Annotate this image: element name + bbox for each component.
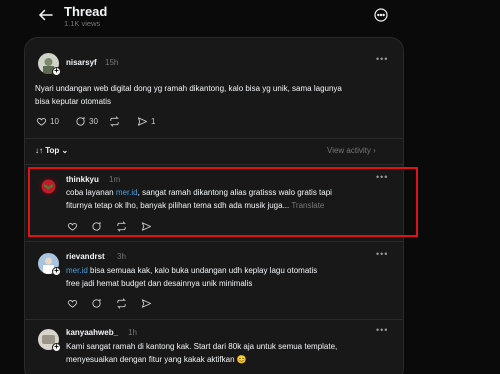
chevron-right-icon: › <box>373 146 376 155</box>
divider <box>25 164 403 165</box>
sort-dropdown[interactable]: ↓↑ Top ⌄ <box>35 146 68 155</box>
post-username[interactable]: nisarsyf <box>66 58 97 67</box>
share-button[interactable]: 1 <box>137 114 155 128</box>
repost-icon <box>117 297 126 309</box>
repost-icon <box>110 115 119 127</box>
like-count: 10 <box>50 116 59 126</box>
post-text: Nyari undangan web digital dong yg ramah… <box>35 82 403 108</box>
reply-username[interactable]: rievandrst <box>66 252 105 261</box>
post-more-icon[interactable]: ••• <box>376 54 388 64</box>
reply-text-line2: free jadi hemat budget dan desainnya uni… <box>66 279 253 288</box>
page-title: Thread <box>64 4 108 19</box>
post-text-line2: bisa keputar otomatis <box>35 97 112 106</box>
sort-arrows-icon: ↓↑ <box>35 146 46 155</box>
divider <box>25 241 403 242</box>
share-button[interactable] <box>141 296 152 310</box>
reply-text-line2: menyesuaikan dengan fitur yang kakak akt… <box>66 355 247 364</box>
follow-plus-icon[interactable]: + <box>52 67 61 76</box>
comment-button[interactable] <box>91 296 102 310</box>
reply-link[interactable]: mer.id <box>66 266 88 275</box>
view-count: 1.1K views <box>64 19 101 28</box>
back-arrow-icon[interactable] <box>37 6 55 24</box>
reply-text-line1: Kami sangat ramah di kantong kak. Start … <box>66 342 338 351</box>
share-count: 1 <box>151 116 156 126</box>
follow-plus-icon[interactable]: + <box>52 343 61 352</box>
view-activity-label: View activity <box>327 146 371 155</box>
heart-icon <box>36 117 47 126</box>
repost-button[interactable] <box>109 114 120 128</box>
chevron-down-icon: ⌄ <box>61 146 69 155</box>
heart-icon <box>67 299 78 308</box>
divider <box>25 138 403 139</box>
send-icon <box>137 116 148 126</box>
reply-time: 3h <box>117 252 126 261</box>
follow-plus-icon[interactable]: + <box>52 267 61 276</box>
like-button[interactable] <box>67 296 78 310</box>
post-text-line1: Nyari undangan web digital dong yg ramah… <box>35 84 342 93</box>
divider <box>25 319 403 320</box>
comment-button[interactable]: 30 <box>75 114 98 128</box>
more-options-icon[interactable] <box>373 7 389 23</box>
top-bar: Thread 1.1K views <box>0 0 500 34</box>
highlight-box <box>28 167 418 237</box>
sort-label: Top <box>45 146 60 155</box>
reply-text-segment: bisa semuaa kak, kalo buka undangan udh … <box>87 266 318 275</box>
comment-icon <box>92 298 101 308</box>
reply-more-icon[interactable]: ••• <box>376 249 388 259</box>
like-button[interactable]: 10 <box>36 114 59 128</box>
reply-text-line1: mer.id bisa semuaa kak, kalo buka undang… <box>66 264 401 277</box>
reply-username[interactable]: kanyaahweb_ <box>66 328 118 337</box>
repost-button[interactable] <box>116 296 127 310</box>
comment-icon <box>76 116 85 126</box>
send-icon <box>141 298 152 308</box>
reply-text: mer.id bisa semuaa kak, kalo buka undang… <box>66 264 401 290</box>
reply-more-icon[interactable]: ••• <box>376 325 388 335</box>
view-activity-link[interactable]: View activity › <box>327 146 376 155</box>
post-time: 15h <box>105 58 119 67</box>
reply-time: 1h <box>128 328 137 337</box>
reply-text: Kami sangat ramah di kantong kak. Start … <box>66 340 401 366</box>
comment-count: 30 <box>89 116 98 126</box>
